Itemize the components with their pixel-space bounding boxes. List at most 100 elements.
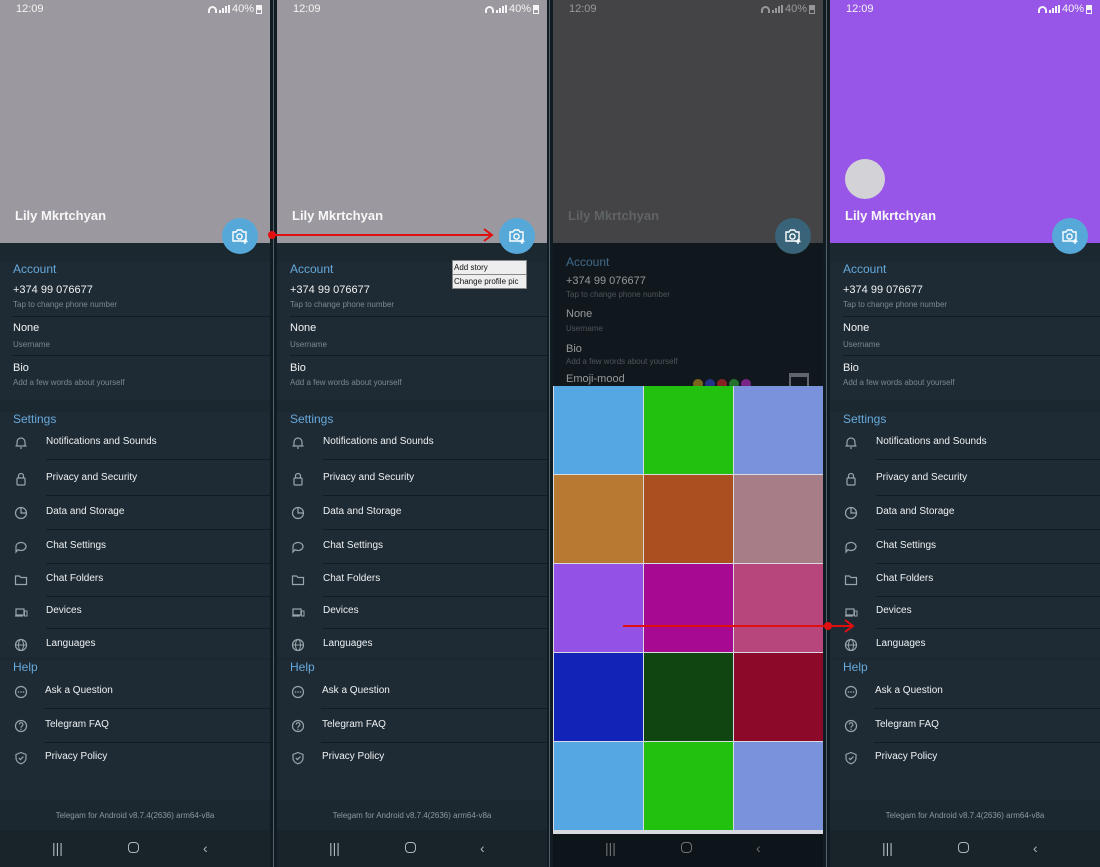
settings-item-pie-chart[interactable]: Data and Storage <box>0 498 270 530</box>
username-value[interactable]: None <box>290 322 316 334</box>
change-profile-pic-option[interactable]: Change profile pic <box>453 275 526 288</box>
settings-item-globe[interactable]: Languages <box>830 630 1100 660</box>
bell-icon <box>14 436 28 450</box>
settings-item-pie-chart[interactable]: Data and Storage <box>830 498 1100 530</box>
help-item-chat-dots[interactable]: Ask a Question <box>277 677 547 709</box>
help-item-question-circle[interactable]: Telegram FAQ <box>830 711 1100 743</box>
settings-item-pie-chart[interactable]: Data and Storage <box>277 498 547 530</box>
settings-item-label: Data and Storage <box>876 506 955 517</box>
settings-item-label: Privacy and Security <box>323 472 415 483</box>
settings-item-chat-bubble[interactable]: Chat Settings <box>0 532 270 564</box>
settings-item-lock[interactable]: Privacy and Security <box>277 464 547 496</box>
chat-bubble-icon <box>291 540 305 554</box>
settings-item-bell[interactable]: Notifications and Sounds <box>0 428 270 460</box>
status-bar: 12:09 40% <box>16 3 262 17</box>
back-icon[interactable]: ‹ <box>1033 840 1038 856</box>
phone-number[interactable]: +374 99 076677 <box>843 284 923 296</box>
devices-icon <box>291 605 305 619</box>
help-item-chat-dots[interactable]: Ask a Question <box>830 677 1100 709</box>
color-swatch[interactable] <box>554 386 643 474</box>
settings-item-label: Languages <box>876 638 926 649</box>
help-item-question-circle[interactable]: Telegram FAQ <box>277 711 547 743</box>
camera-add-icon <box>232 229 248 244</box>
settings-item-folder[interactable]: Chat Folders <box>0 565 270 597</box>
settings-item-chat-bubble[interactable]: Chat Settings <box>830 532 1100 564</box>
profile-screen-2: 12:09 40% Lily Mkrtchyan Account +374 99 076… <box>277 0 547 867</box>
settings-item-folder[interactable]: Chat Folders <box>277 565 547 597</box>
color-swatch[interactable] <box>554 564 643 652</box>
profile-screen-1: 12:09 40% Lily Mkrtchyan Account +374 99 076… <box>0 0 270 867</box>
help-item-question-circle[interactable]: Telegram FAQ <box>0 711 270 743</box>
settings-item-devices[interactable]: Devices <box>0 597 270 629</box>
divider <box>876 563 1100 564</box>
settings-item-label: Chat Settings <box>876 540 937 551</box>
settings-item-label: Languages <box>46 638 96 649</box>
chat-dots-icon <box>291 685 305 699</box>
color-swatch[interactable] <box>644 564 733 652</box>
home-icon[interactable] <box>958 842 969 853</box>
divider <box>323 529 547 530</box>
bio-value[interactable]: Bio <box>843 362 859 374</box>
settings-item-folder[interactable]: Chat Folders <box>830 565 1100 597</box>
settings-item-devices[interactable]: Devices <box>277 597 547 629</box>
username-hint: Username <box>13 340 50 349</box>
color-swatch[interactable] <box>734 653 823 741</box>
settings-item-bell[interactable]: Notifications and Sounds <box>830 428 1100 460</box>
back-icon[interactable]: ‹ <box>203 840 208 856</box>
avatar[interactable] <box>845 159 885 199</box>
camera-button[interactable] <box>222 218 258 254</box>
color-swatch[interactable] <box>644 653 733 741</box>
settings-item-label: Privacy and Security <box>876 472 968 483</box>
back-icon[interactable]: ‹ <box>480 840 485 856</box>
home-icon[interactable] <box>405 842 416 853</box>
settings-item-chat-bubble[interactable]: Chat Settings <box>277 532 547 564</box>
add-story-option[interactable]: Add story <box>453 261 526 275</box>
help-item-shield-check[interactable]: Privacy Policy <box>0 743 270 773</box>
help-item-shield-check[interactable]: Privacy Policy <box>830 743 1100 773</box>
settings-item-lock[interactable]: Privacy and Security <box>0 464 270 496</box>
color-swatch[interactable] <box>644 742 733 830</box>
phone-number[interactable]: +374 99 076677 <box>290 284 370 296</box>
recents-icon[interactable]: ||| <box>329 840 340 856</box>
help-title: Help <box>843 660 868 674</box>
status-time: 12:09 <box>846 3 874 15</box>
camera-button[interactable] <box>499 218 535 254</box>
help-item-label: Ask a Question <box>875 685 943 696</box>
folder-icon <box>844 573 858 587</box>
divider <box>876 628 1100 629</box>
home-icon[interactable] <box>128 842 139 853</box>
wifi-icon <box>1037 5 1047 13</box>
camera-button[interactable] <box>1052 218 1088 254</box>
bio-value[interactable]: Bio <box>13 362 29 374</box>
color-swatch[interactable] <box>644 475 733 563</box>
settings-item-bell[interactable]: Notifications and Sounds <box>277 428 547 460</box>
help-item-chat-dots[interactable]: Ask a Question <box>0 677 270 709</box>
phone-number[interactable]: +374 99 076677 <box>13 284 93 296</box>
color-swatch[interactable] <box>734 564 823 652</box>
camera-button[interactable] <box>775 218 811 254</box>
settings-item-lock[interactable]: Privacy and Security <box>830 464 1100 496</box>
color-swatch[interactable] <box>554 653 643 741</box>
recents-icon[interactable]: ||| <box>52 840 63 856</box>
color-swatch[interactable] <box>734 742 823 830</box>
wifi-icon <box>207 5 217 13</box>
battery-level: 40% <box>1061 3 1084 15</box>
bio-value[interactable]: Bio <box>290 362 306 374</box>
color-swatch[interactable] <box>554 475 643 563</box>
color-swatch[interactable] <box>644 386 733 474</box>
account-title: Account <box>290 262 334 276</box>
version-footer: Telegam for Android v8.7.4(2636) arm64-v… <box>277 805 547 827</box>
recents-icon[interactable]: ||| <box>882 840 893 856</box>
account-title: Account <box>843 262 887 276</box>
settings-item-devices[interactable]: Devices <box>830 597 1100 629</box>
username-value[interactable]: None <box>13 322 39 334</box>
color-swatch[interactable] <box>734 475 823 563</box>
divider <box>44 708 270 709</box>
color-swatch[interactable] <box>554 742 643 830</box>
color-swatch[interactable] <box>734 386 823 474</box>
settings-item-globe[interactable]: Languages <box>0 630 270 660</box>
help-item-shield-check[interactable]: Privacy Policy <box>277 743 547 773</box>
username-value[interactable]: None <box>843 322 869 334</box>
settings-item-globe[interactable]: Languages <box>277 630 547 660</box>
profile-header: 12:09 40% Lily Mkrtchyan <box>0 0 270 243</box>
